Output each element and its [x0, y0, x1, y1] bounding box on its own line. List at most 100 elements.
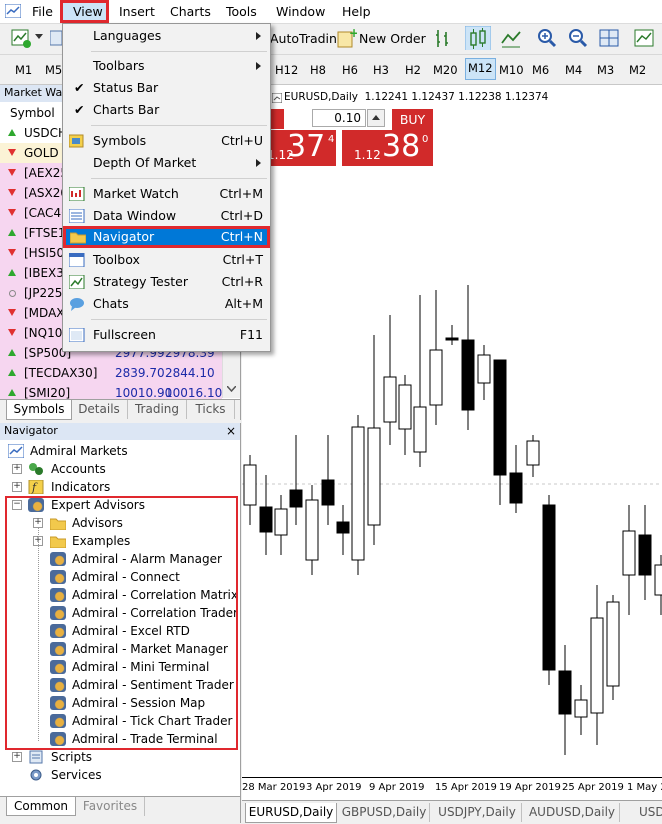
tf-button[interactable]: M3: [597, 63, 614, 77]
expand-icon[interactable]: +: [12, 464, 22, 474]
buy-price-big: 38: [382, 129, 421, 164]
toolbox-icon: [69, 253, 85, 267]
zoom-in-icon[interactable]: [536, 27, 558, 51]
tab-usdjpy[interactable]: USDJPY,Daily: [433, 803, 522, 822]
candle-body: [622, 530, 636, 576]
tf-button[interactable]: M1: [15, 63, 32, 77]
indicators-icon: f: [28, 480, 44, 494]
chart-window[interactable]: EURUSD,Daily 1.12241 1.12437 1.12238 1.1…: [242, 85, 662, 800]
tab-favorites[interactable]: Favorites: [76, 797, 145, 816]
tab-details[interactable]: Details: [71, 400, 128, 419]
sell-price-box[interactable]: 1.12 37 4: [267, 129, 336, 166]
market-watch-symbol: [HSI50: [24, 246, 65, 260]
market-watch-symbol: [FTSE1: [24, 226, 66, 240]
candle-body: [590, 617, 604, 714]
expand-icon[interactable]: +: [12, 752, 22, 762]
close-icon[interactable]: ×: [226, 424, 236, 438]
tab-common[interactable]: Common: [6, 797, 76, 816]
menu-item-toolbars[interactable]: Toolbars: [63, 55, 270, 77]
svg-text:+: +: [349, 27, 357, 40]
checkmark-icon: ✔: [74, 80, 85, 95]
candlestick-icon[interactable]: [465, 26, 491, 50]
market-watch-icon: [69, 187, 85, 201]
arrow-down-icon: [8, 309, 16, 316]
menu-label: Toolbars: [93, 58, 145, 73]
auto-scroll-icon[interactable]: [633, 27, 655, 51]
buy-price-sup: 0: [422, 134, 429, 145]
candle-body: [477, 354, 491, 384]
menu-item-fullscreen[interactable]: Fullscreen F11: [63, 324, 270, 346]
buy-price-box[interactable]: 1.12 38 0: [342, 129, 433, 166]
tf-button[interactable]: M6: [532, 63, 549, 77]
arrow-up-icon: [8, 369, 16, 376]
profiles-icon[interactable]: [50, 27, 62, 51]
menu-item-status-bar[interactable]: ✔ Status Bar: [63, 77, 270, 99]
tf-button-active[interactable]: M12: [465, 58, 496, 80]
menu-file[interactable]: File: [32, 0, 53, 23]
menu-view[interactable]: View: [60, 0, 109, 23]
tf-button[interactable]: M4: [565, 63, 582, 77]
tf-button[interactable]: H6: [342, 63, 358, 77]
tab-ticks[interactable]: Ticks: [187, 400, 235, 419]
menu-tools[interactable]: Tools: [226, 0, 257, 23]
candle-body: [574, 699, 588, 718]
menu-item-symbols[interactable]: Symbols Ctrl+U: [63, 130, 270, 152]
tab-gbpusd[interactable]: GBPUSD,Daily: [339, 803, 430, 822]
new-order-button[interactable]: New Order: [359, 27, 426, 51]
chart-tabs: EURUSD,Daily GBPUSD,Daily USDJPY,Daily A…: [242, 800, 662, 824]
tf-button[interactable]: H2: [405, 63, 421, 77]
menu-item-depth-of-market[interactable]: Depth Of Market: [63, 152, 270, 174]
buy-button[interactable]: BUY: [392, 109, 433, 130]
sell-price-big: 37: [287, 129, 326, 164]
tab-symbols[interactable]: Symbols: [6, 400, 72, 420]
price-chart[interactable]: [242, 85, 662, 800]
menu-insert[interactable]: Insert: [119, 0, 155, 23]
candle-body: [638, 534, 652, 576]
menu-charts[interactable]: Charts: [170, 0, 211, 23]
bar-chart-icon[interactable]: [433, 27, 455, 51]
sell-button[interactable]: [269, 109, 284, 129]
new-chart-icon[interactable]: [10, 27, 32, 51]
menu-item-strategy-tester[interactable]: Strategy Tester Ctrl+R: [63, 271, 270, 293]
menu-shortcut: Ctrl+N: [220, 229, 263, 244]
tab-audusd[interactable]: AUDUSD,Daily: [525, 803, 620, 822]
tf-button[interactable]: M20: [433, 63, 458, 77]
tf-button[interactable]: M10: [499, 63, 524, 77]
tab-usd[interactable]: USD: [623, 803, 662, 822]
menu-help[interactable]: Help: [342, 0, 371, 23]
view-menu-dropdown: Languages Toolbars ✔ Status Bar ✔ Charts B…: [62, 23, 271, 352]
tf-button[interactable]: M2: [629, 63, 646, 77]
menu-item-languages[interactable]: Languages: [63, 25, 270, 47]
tab-eurusd[interactable]: EURUSD,Daily: [245, 803, 337, 823]
expand-icon[interactable]: +: [12, 482, 22, 492]
menu-item-navigator[interactable]: Navigator Ctrl+N: [63, 226, 270, 248]
lot-size-input[interactable]: 0.10: [312, 109, 366, 127]
zoom-out-icon[interactable]: [567, 27, 589, 51]
arrow-down-icon: [8, 189, 16, 196]
tf-button[interactable]: H3: [373, 63, 389, 77]
tf-button[interactable]: H8: [310, 63, 326, 77]
arrow-up-icon: [8, 389, 16, 396]
lot-up-button[interactable]: [367, 109, 385, 127]
tab-trading[interactable]: Trading: [128, 400, 187, 419]
date-axis: 28 Mar 2019 3 Apr 2019 9 Apr 2019 15 Apr…: [242, 777, 662, 800]
terminal-icon: [8, 444, 24, 458]
menu-item-charts-bar[interactable]: ✔ Charts Bar: [63, 99, 270, 121]
menu-item-market-watch[interactable]: Market Watch Ctrl+M: [63, 183, 270, 205]
new-order-icon: +: [337, 27, 357, 48]
market-watch-row[interactable]: [TECDAX30] 2839.70 2844.10: [0, 363, 222, 383]
menu-window[interactable]: Window: [276, 0, 325, 23]
candle-body: [305, 499, 319, 561]
candle-body: [558, 670, 572, 715]
line-chart-icon[interactable]: [500, 27, 522, 51]
column-symbol[interactable]: Symbol: [10, 103, 55, 123]
menu-item-data-window[interactable]: Data Window Ctrl+D: [63, 205, 270, 227]
menu-item-chats[interactable]: Chats Alt+M: [63, 293, 270, 315]
scroll-down-icon[interactable]: [227, 386, 236, 392]
autotrading-button[interactable]: AutoTrading: [270, 27, 345, 51]
menu-separator: [91, 125, 267, 126]
tile-windows-icon[interactable]: [598, 27, 620, 51]
tf-button[interactable]: M5: [45, 63, 62, 77]
tf-button[interactable]: H12: [275, 63, 298, 77]
menu-item-toolbox[interactable]: Toolbox Ctrl+T: [63, 249, 270, 271]
